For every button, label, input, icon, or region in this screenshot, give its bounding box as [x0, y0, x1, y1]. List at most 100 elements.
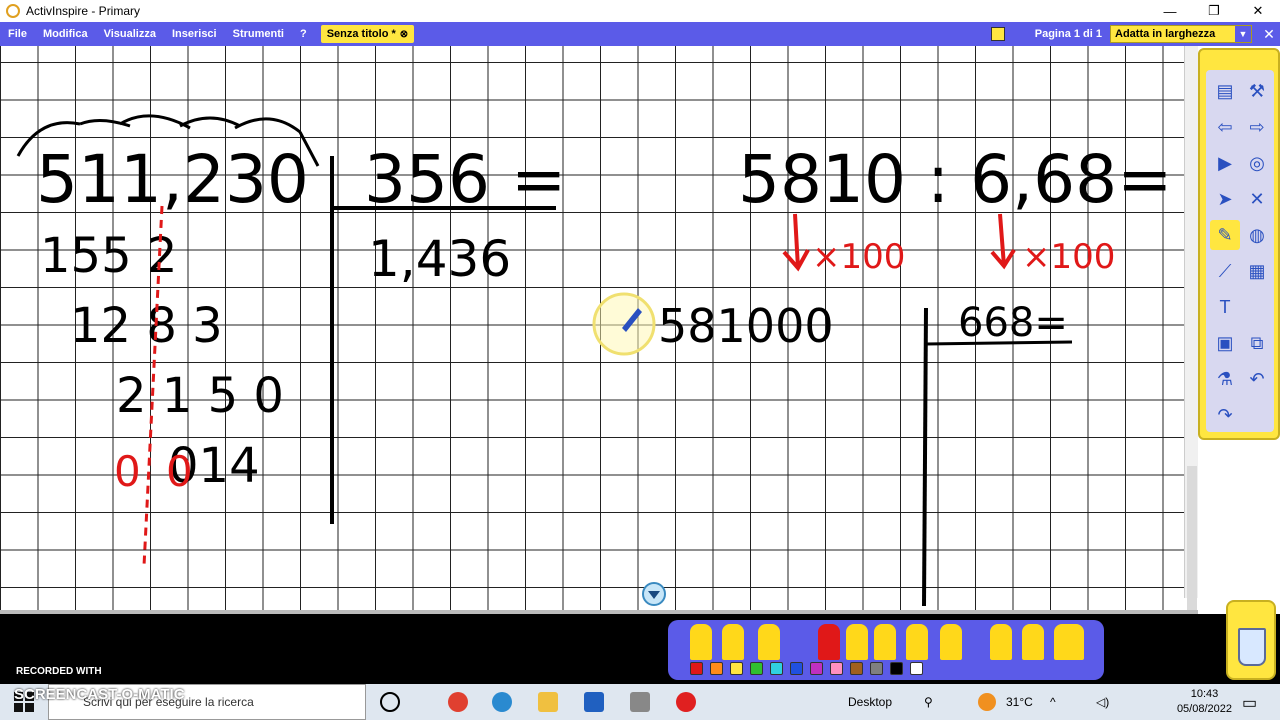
- close-flipchart-icon[interactable]: ✕: [1258, 26, 1280, 43]
- pen-tool-5[interactable]: [874, 624, 896, 660]
- chrome-icon[interactable]: [448, 692, 468, 712]
- app-window: ActivInspire - Primary — ❐ ✕ File Modifi…: [0, 0, 1280, 720]
- weather-icon[interactable]: [978, 693, 996, 711]
- minimize-button[interactable]: —: [1148, 0, 1192, 22]
- color-blue-swatch[interactable]: [790, 662, 803, 675]
- recorded-with-label: RECORDED WITH: [16, 666, 102, 677]
- color-purple-swatch[interactable]: [810, 662, 823, 675]
- main-menu-icon[interactable]: ▤: [1210, 76, 1240, 106]
- title-bar: ActivInspire - Primary — ❐ ✕: [0, 0, 1280, 22]
- recorder-icon[interactable]: [676, 692, 696, 712]
- notification-icon[interactable]: ▭: [1242, 693, 1257, 713]
- right-division-vertical-line: [922, 307, 928, 607]
- people-icon[interactable]: ⚲: [924, 695, 933, 709]
- step-1-text: 155 2: [40, 228, 177, 284]
- color-green-swatch[interactable]: [750, 662, 763, 675]
- arrow-down-left: [782, 213, 810, 272]
- clock-date: 05/08/2022: [1176, 703, 1232, 715]
- activinspire-icon: [6, 4, 20, 18]
- page-icon[interactable]: ⧉: [1242, 328, 1272, 358]
- resources-icon[interactable]: ▣: [1210, 328, 1240, 358]
- tools-icon[interactable]: ✕: [1242, 184, 1272, 214]
- trash-icon[interactable]: [1226, 600, 1276, 680]
- pen-tool-2[interactable]: [722, 624, 744, 660]
- trash-bin-shape: [1238, 628, 1266, 666]
- menu-bar: File Modifica Visualizza Inserisci Strum…: [0, 22, 1280, 46]
- pen-cursor-halo: [592, 292, 656, 356]
- mail-icon[interactable]: [584, 692, 604, 712]
- restore-button[interactable]: ❐: [1192, 0, 1236, 22]
- activinspire-taskbar-icon[interactable]: [630, 692, 650, 712]
- highlighter-tool-3[interactable]: [1054, 624, 1084, 660]
- pen-tool-1[interactable]: [690, 624, 712, 660]
- menu-help[interactable]: ?: [292, 28, 315, 40]
- edge-icon[interactable]: [492, 692, 512, 712]
- text-icon[interactable]: T: [1210, 292, 1240, 322]
- color-black-swatch[interactable]: [890, 662, 903, 675]
- window-controls: — ❐ ✕: [1148, 0, 1280, 22]
- color-pink-swatch[interactable]: [830, 662, 843, 675]
- chevron-down-icon[interactable]: ▼: [1235, 26, 1251, 42]
- redo-icon[interactable]: ↷: [1210, 400, 1240, 430]
- eraser-icon[interactable]: ▦: [1242, 256, 1272, 286]
- pen-tool-4[interactable]: [846, 624, 868, 660]
- color-cyan-swatch[interactable]: [770, 662, 783, 675]
- color-red-swatch[interactable]: [690, 662, 703, 675]
- pen-icon[interactable]: ✎: [1210, 220, 1240, 250]
- page-browser-icon[interactable]: [990, 27, 1005, 41]
- color-yellow-swatch[interactable]: [730, 662, 743, 675]
- color-brown-swatch[interactable]: [850, 662, 863, 675]
- menu-strumenti[interactable]: Strumenti: [225, 28, 292, 40]
- undo-icon[interactable]: ↶: [1242, 364, 1272, 394]
- color-white-swatch[interactable]: [910, 662, 923, 675]
- highlighter-icon[interactable]: ⟋: [1210, 256, 1240, 286]
- menu-file[interactable]: File: [0, 28, 35, 40]
- previous-page-icon[interactable]: ⇦: [1210, 112, 1240, 142]
- settings-icon[interactable]: ⚒: [1242, 76, 1272, 106]
- main-toolbox: ▤ ⚒ ⇦ ⇨ ▶ ◎ ➤ ✕ ✎ ◍ ⟋ ▦ T ▣ ⧉ ⚗ ↶ ↷: [1198, 48, 1280, 440]
- close-tab-icon[interactable]: ⊗: [400, 29, 408, 40]
- pen-tool-red[interactable]: [818, 624, 840, 660]
- step-2-text: 12 8 3: [70, 298, 223, 354]
- document-tab[interactable]: Senza titolo * ⊗: [320, 25, 415, 43]
- menu-inserisci[interactable]: Inserisci: [164, 28, 225, 40]
- menu-modifica[interactable]: Modifica: [35, 28, 96, 40]
- close-button[interactable]: ✕: [1236, 0, 1280, 22]
- new-dividend-text: 581000: [658, 299, 834, 353]
- tray-chevron-up-icon[interactable]: ^: [1050, 695, 1056, 709]
- quotient-text: 1,436: [368, 230, 511, 288]
- fill-icon[interactable]: ◍: [1242, 220, 1272, 250]
- window-title: ActivInspire - Primary: [26, 4, 141, 18]
- zoom-select[interactable]: Adatta in larghezza ▼: [1110, 25, 1252, 43]
- color-gray-swatch[interactable]: [870, 662, 883, 675]
- volume-icon[interactable]: ◁): [1096, 695, 1109, 709]
- task-view-icon[interactable]: [380, 692, 400, 712]
- menu-visualizza[interactable]: Visualizza: [96, 28, 164, 40]
- pen-tool-3[interactable]: [758, 624, 780, 660]
- scrollbar-thumb[interactable]: [1187, 466, 1197, 626]
- desktop-toolbar-label[interactable]: Desktop: [848, 695, 892, 709]
- clear-icon[interactable]: ⚗: [1210, 364, 1240, 394]
- divisor-text: 356 =: [364, 141, 566, 218]
- board-annotations: 511,230 356 = 1,436 155 2 12 8 3 2 1 5 0…: [16, 114, 1172, 607]
- select-icon[interactable]: ➤: [1210, 184, 1240, 214]
- mult-left-text: ×100: [812, 237, 905, 277]
- vertical-scrollbar[interactable]: [1184, 46, 1198, 626]
- arrow-down-right: [990, 213, 1016, 270]
- browser-icon[interactable]: ◎: [1242, 148, 1272, 178]
- red-comma-zero-text: 0: [166, 447, 193, 496]
- weather-temperature[interactable]: 31°C: [1006, 695, 1033, 709]
- highlighter-tool-2[interactable]: [1022, 624, 1044, 660]
- play-icon[interactable]: ▶: [1210, 148, 1240, 178]
- file-explorer-icon[interactable]: [538, 692, 558, 712]
- color-orange-swatch[interactable]: [710, 662, 723, 675]
- dividend-text: 511,230: [36, 141, 309, 218]
- next-page-icon[interactable]: ⇨: [1242, 112, 1272, 142]
- highlighter-tool-1[interactable]: [990, 624, 1012, 660]
- clock[interactable]: 10:43 05/08/2022: [1177, 687, 1232, 717]
- screencast-brand: SCREENCAST-O-MATIC: [14, 686, 185, 703]
- pen-tool-7[interactable]: [940, 624, 962, 660]
- mult-right-text: ×100: [1022, 237, 1115, 277]
- pen-tool-6[interactable]: [906, 624, 928, 660]
- expression-text: 5810 : 6,68=: [738, 141, 1172, 218]
